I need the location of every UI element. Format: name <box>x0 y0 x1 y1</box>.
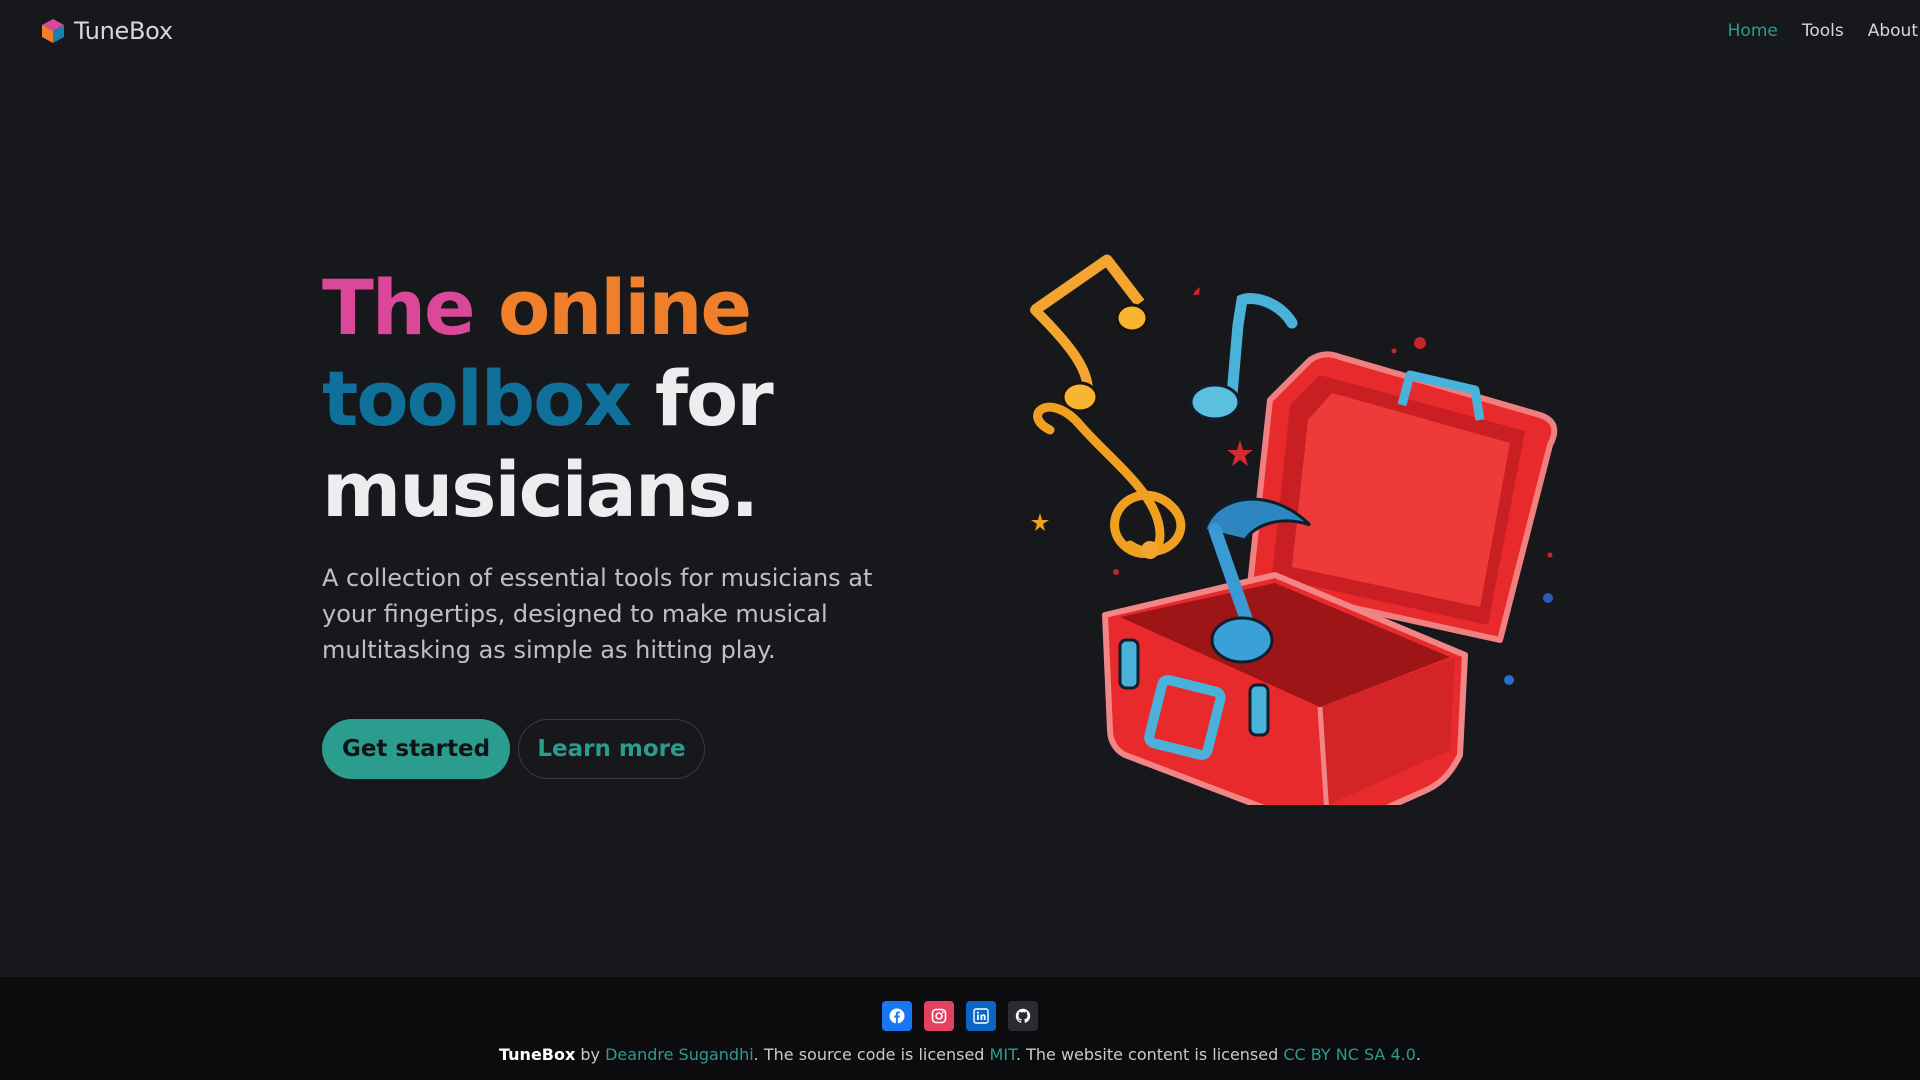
brand-name: TuneBox <box>74 17 173 45</box>
site-footer: TuneBox by Deandre Sugandhi. The source … <box>0 977 1920 1080</box>
github-link[interactable] <box>1008 1001 1038 1031</box>
brand-link[interactable]: TuneBox <box>40 17 173 45</box>
mit-license-link[interactable]: MIT <box>990 1045 1016 1064</box>
footer-by: by <box>580 1045 601 1064</box>
linkedin-link[interactable] <box>966 1001 996 1031</box>
nav-tools[interactable]: Tools <box>1802 21 1844 41</box>
hero-title-the: The <box>322 263 475 352</box>
hero-title-musicians: musicians. <box>322 445 759 534</box>
hero-title-online: online <box>497 263 752 352</box>
cc-license-link[interactable]: CC BY NC SA 4.0 <box>1283 1045 1416 1064</box>
footer-content-text: . The website content is licensed <box>1015 1045 1279 1064</box>
nav-about[interactable]: About <box>1868 21 1918 41</box>
footer-end: . <box>1415 1045 1421 1064</box>
github-icon <box>1015 1008 1031 1023</box>
facebook-icon <box>889 1008 905 1024</box>
footer-source-text: . The source code is licensed <box>753 1045 985 1064</box>
main-nav: Home Tools About <box>1728 21 1920 41</box>
footer-credits: TuneBox by Deandre Sugandhi. The source … <box>0 1045 1920 1064</box>
toolbox-music-illustration <box>1030 254 1558 805</box>
hero-title: The online toolbox for musicians. <box>322 262 882 535</box>
hero-subtitle: A collection of essential tools for musi… <box>322 564 873 664</box>
instagram-link[interactable] <box>924 1001 954 1031</box>
site-header: TuneBox Home Tools About <box>0 0 1920 66</box>
cube-logo-icon <box>42 19 64 43</box>
footer-brand: TuneBox <box>499 1045 576 1064</box>
nav-home[interactable]: Home <box>1728 21 1778 41</box>
social-links <box>882 1001 1038 1031</box>
author-link[interactable]: Deandre Sugandhi <box>605 1045 754 1064</box>
facebook-link[interactable] <box>882 1001 912 1031</box>
get-started-button[interactable]: Get started <box>322 719 510 779</box>
hero-title-toolbox: toolbox <box>322 354 632 443</box>
instagram-icon <box>931 1008 947 1024</box>
linkedin-icon <box>973 1008 989 1024</box>
hero-title-for: for <box>654 354 774 443</box>
learn-more-button[interactable]: Learn more <box>518 719 705 779</box>
